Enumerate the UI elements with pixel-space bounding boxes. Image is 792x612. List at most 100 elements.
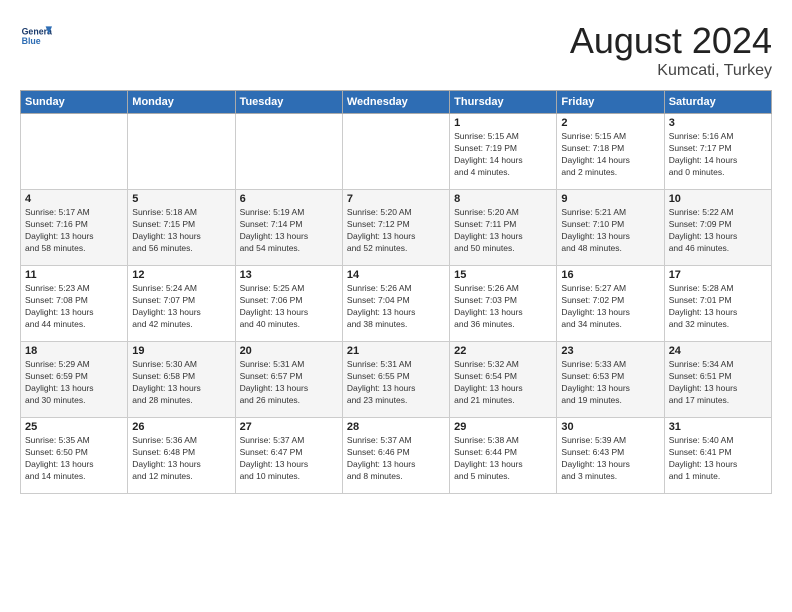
day-info: Sunrise: 5:20 AM Sunset: 7:12 PM Dayligh… [347,207,445,255]
day-number: 2 [561,117,659,129]
calendar-cell: 21Sunrise: 5:31 AM Sunset: 6:55 PM Dayli… [342,342,449,418]
day-number: 10 [669,193,767,205]
svg-text:Blue: Blue [22,36,41,46]
day-info: Sunrise: 5:33 AM Sunset: 6:53 PM Dayligh… [561,359,659,407]
day-info: Sunrise: 5:39 AM Sunset: 6:43 PM Dayligh… [561,435,659,483]
day-info: Sunrise: 5:31 AM Sunset: 6:57 PM Dayligh… [240,359,338,407]
calendar-cell: 12 Sunrise: 5:24 AM Sunset: 7:07 PM Dayli… [128,266,235,342]
day-info: Sunrise: 5:32 AM Sunset: 6:54 PM Dayligh… [454,359,552,407]
calendar-cell: 6 Sunrise: 5:19 AM Sunset: 7:14 PM Daylig… [235,190,342,266]
day-info: Sunrise: 5:27 AM Sunset: 7:02 PM Dayligh… [561,283,659,331]
calendar-cell: 31Sunrise: 5:40 AM Sunset: 6:41 PM Dayli… [664,418,771,494]
day-info: Sunrise: 5:16 AM Sunset: 7:17 PM Dayligh… [669,131,767,179]
page: General Blue August 2024 Kumcati, Turkey… [0,0,792,612]
day-info: Sunrise: 5:34 AM Sunset: 6:51 PM Dayligh… [669,359,767,407]
day-info: Sunrise: 5:24 AM Sunset: 7:07 PM Dayligh… [132,283,230,331]
calendar-cell: 22 Sunrise: 5:32 AM Sunset: 6:54 PM Dayli… [450,342,557,418]
calendar-cell: 25 Sunrise: 5:35 AM Sunset: 6:50 PM Dayli… [21,418,128,494]
logo-icon: General Blue [20,20,52,52]
calendar-cell: 16 Sunrise: 5:27 AM Sunset: 7:02 PM Dayli… [557,266,664,342]
day-header-saturday: Saturday [664,91,771,114]
day-info: Sunrise: 5:38 AM Sunset: 6:44 PM Dayligh… [454,435,552,483]
day-info: Sunrise: 5:15 AM Sunset: 7:18 PM Dayligh… [561,131,659,179]
day-info: Sunrise: 5:17 AM Sunset: 7:16 PM Dayligh… [25,207,123,255]
month-year: August 2024 [570,20,772,62]
day-number: 9 [561,193,659,205]
day-number: 7 [347,193,445,205]
day-info: Sunrise: 5:21 AM Sunset: 7:10 PM Dayligh… [561,207,659,255]
day-info: Sunrise: 5:37 AM Sunset: 6:46 PM Dayligh… [347,435,445,483]
day-number: 23 [561,345,659,357]
calendar-cell [128,114,235,190]
day-info: Sunrise: 5:31 AM Sunset: 6:55 PM Dayligh… [347,359,445,407]
day-number: 8 [454,193,552,205]
day-info: Sunrise: 5:15 AM Sunset: 7:19 PM Dayligh… [454,131,552,179]
day-number: 16 [561,269,659,281]
day-number: 14 [347,269,445,281]
day-number: 3 [669,117,767,129]
calendar-cell: 13Sunrise: 5:25 AM Sunset: 7:06 PM Dayli… [235,266,342,342]
day-header-tuesday: Tuesday [235,91,342,114]
day-number: 11 [25,269,123,281]
calendar-cell: 20 Sunrise: 5:31 AM Sunset: 6:57 PM Dayli… [235,342,342,418]
calendar-cell: 27Sunrise: 5:37 AM Sunset: 6:47 PM Dayli… [235,418,342,494]
calendar-cell: 17 Sunrise: 5:28 AM Sunset: 7:01 PM Dayli… [664,266,771,342]
calendar-cell: 1 Sunrise: 5:15 AM Sunset: 7:19 PM Daylig… [450,114,557,190]
day-info: Sunrise: 5:22 AM Sunset: 7:09 PM Dayligh… [669,207,767,255]
day-number: 5 [132,193,230,205]
day-header-thursday: Thursday [450,91,557,114]
day-number: 29 [454,421,552,433]
day-number: 20 [240,345,338,357]
day-number: 22 [454,345,552,357]
day-header-monday: Monday [128,91,235,114]
day-number: 15 [454,269,552,281]
day-number: 24 [669,345,767,357]
day-number: 6 [240,193,338,205]
calendar-cell: 24 Sunrise: 5:34 AM Sunset: 6:51 PM Dayli… [664,342,771,418]
calendar-cell: 10 Sunrise: 5:22 AM Sunset: 7:09 PM Dayli… [664,190,771,266]
calendar-cell: 15 Sunrise: 5:26 AM Sunset: 7:03 PM Dayli… [450,266,557,342]
day-header-wednesday: Wednesday [342,91,449,114]
day-number: 18 [25,345,123,357]
day-number: 13 [240,269,338,281]
day-info: Sunrise: 5:29 AM Sunset: 6:59 PM Dayligh… [25,359,123,407]
calendar-cell: 3 Sunrise: 5:16 AM Sunset: 7:17 PM Daylig… [664,114,771,190]
day-header-sunday: Sunday [21,91,128,114]
location: Kumcati, Turkey [570,62,772,80]
day-info: Sunrise: 5:26 AM Sunset: 7:03 PM Dayligh… [454,283,552,331]
calendar-cell: 19Sunrise: 5:30 AM Sunset: 6:58 PM Dayli… [128,342,235,418]
day-info: Sunrise: 5:35 AM Sunset: 6:50 PM Dayligh… [25,435,123,483]
calendar-cell: 9 Sunrise: 5:21 AM Sunset: 7:10 PM Daylig… [557,190,664,266]
day-number: 4 [25,193,123,205]
day-info: Sunrise: 5:30 AM Sunset: 6:58 PM Dayligh… [132,359,230,407]
calendar-cell: 11Sunrise: 5:23 AM Sunset: 7:08 PM Dayli… [21,266,128,342]
day-info: Sunrise: 5:20 AM Sunset: 7:11 PM Dayligh… [454,207,552,255]
calendar-cell: 7 Sunrise: 5:20 AM Sunset: 7:12 PM Daylig… [342,190,449,266]
day-number: 17 [669,269,767,281]
calendar-table: SundayMondayTuesdayWednesdayThursdayFrid… [20,90,772,494]
day-number: 26 [132,421,230,433]
day-number: 28 [347,421,445,433]
calendar-cell: 14 Sunrise: 5:26 AM Sunset: 7:04 PM Dayli… [342,266,449,342]
day-number: 25 [25,421,123,433]
calendar-cell: 26 Sunrise: 5:36 AM Sunset: 6:48 PM Dayli… [128,418,235,494]
day-info: Sunrise: 5:37 AM Sunset: 6:47 PM Dayligh… [240,435,338,483]
header: General Blue August 2024 Kumcati, Turkey [20,20,772,80]
day-info: Sunrise: 5:36 AM Sunset: 6:48 PM Dayligh… [132,435,230,483]
day-info: Sunrise: 5:28 AM Sunset: 7:01 PM Dayligh… [669,283,767,331]
day-info: Sunrise: 5:19 AM Sunset: 7:14 PM Dayligh… [240,207,338,255]
day-number: 12 [132,269,230,281]
calendar-cell: 4 Sunrise: 5:17 AM Sunset: 7:16 PM Daylig… [21,190,128,266]
day-number: 1 [454,117,552,129]
day-header-friday: Friday [557,91,664,114]
calendar-cell: 28 Sunrise: 5:37 AM Sunset: 6:46 PM Dayli… [342,418,449,494]
day-number: 30 [561,421,659,433]
calendar-cell: 5Sunrise: 5:18 AM Sunset: 7:15 PM Daylig… [128,190,235,266]
calendar-cell: 30 Sunrise: 5:39 AM Sunset: 6:43 PM Dayli… [557,418,664,494]
day-info: Sunrise: 5:26 AM Sunset: 7:04 PM Dayligh… [347,283,445,331]
logo: General Blue [20,20,52,52]
calendar-cell: 23 Sunrise: 5:33 AM Sunset: 6:53 PM Dayli… [557,342,664,418]
calendar-cell: 29 Sunrise: 5:38 AM Sunset: 6:44 PM Dayli… [450,418,557,494]
day-info: Sunrise: 5:40 AM Sunset: 6:41 PM Dayligh… [669,435,767,483]
calendar-cell: 8 Sunrise: 5:20 AM Sunset: 7:11 PM Daylig… [450,190,557,266]
